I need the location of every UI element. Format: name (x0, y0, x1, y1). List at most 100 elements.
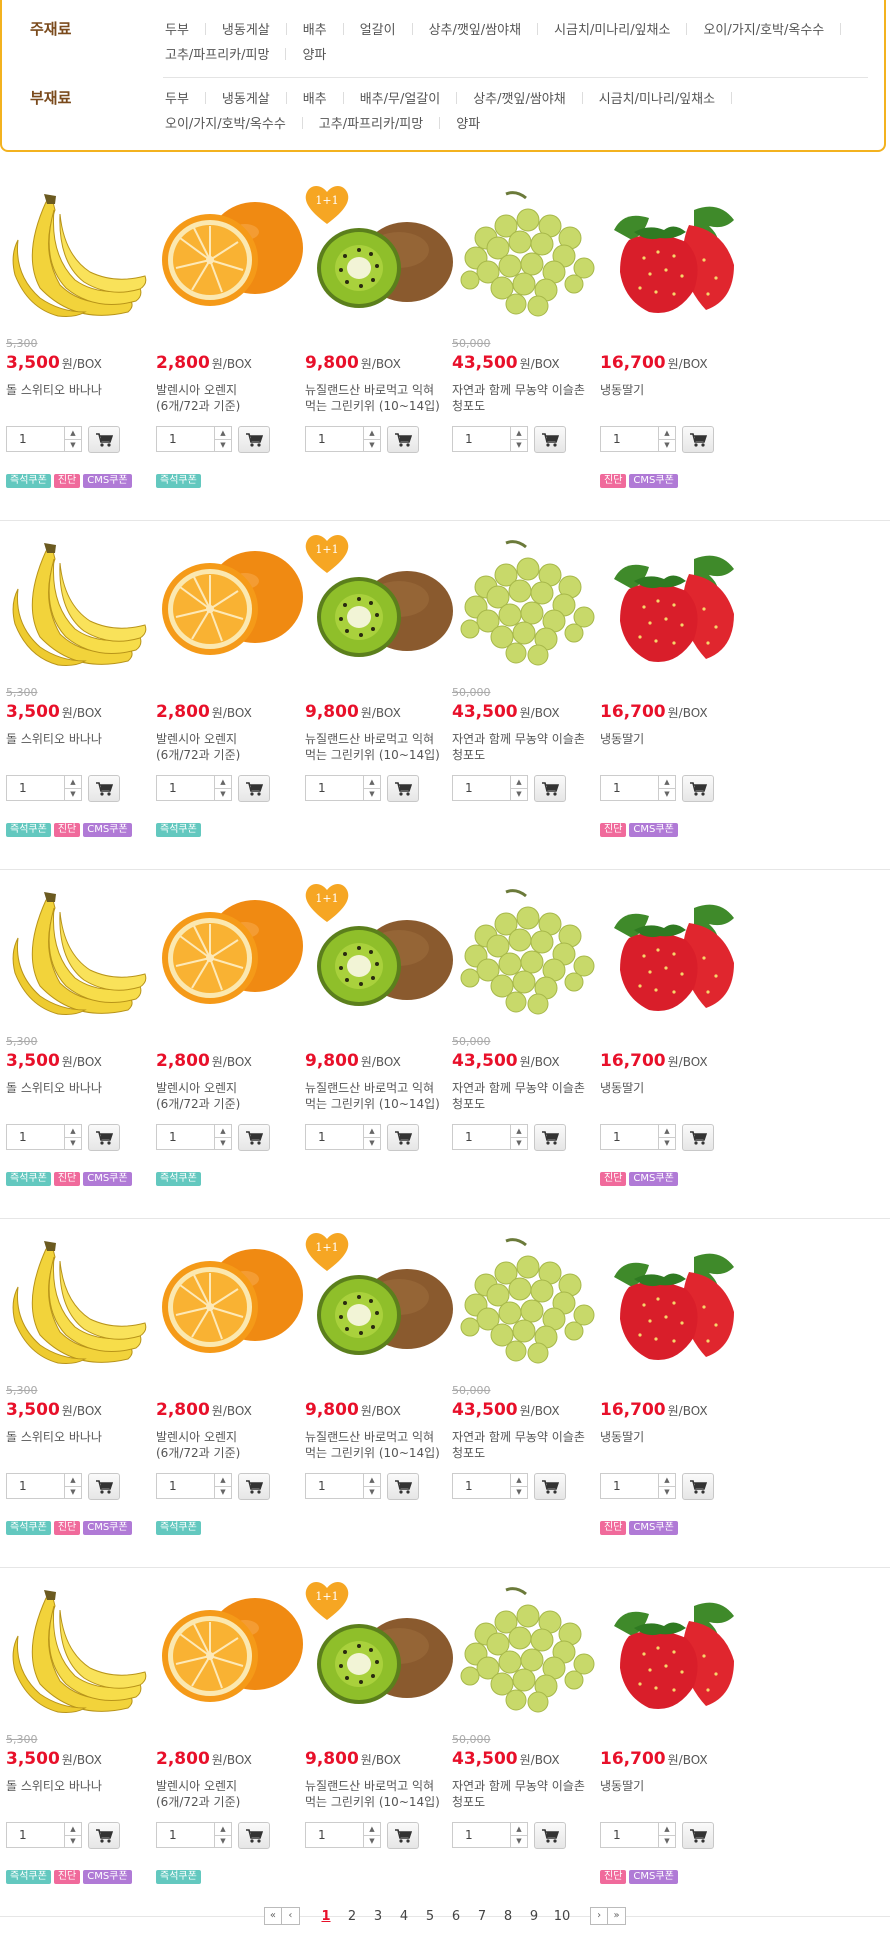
add-to-cart-button[interactable] (238, 775, 270, 802)
quantity-input[interactable] (306, 1474, 364, 1498)
product-image[interactable] (0, 529, 158, 679)
product-name[interactable]: 돌 스위티오 바나나 (6, 1080, 156, 1096)
product-image[interactable] (0, 180, 158, 330)
page-number-link[interactable]: 9 (521, 1909, 547, 1924)
increase-icon[interactable]: ▲ (215, 1474, 231, 1486)
increase-icon[interactable]: ▲ (215, 776, 231, 788)
add-to-cart-button[interactable] (534, 1822, 566, 1849)
increase-icon[interactable]: ▲ (364, 427, 380, 439)
decrease-icon[interactable]: ▼ (364, 439, 380, 451)
last-page-icon[interactable]: » (608, 1907, 627, 1926)
increase-icon[interactable]: ▲ (215, 427, 231, 439)
product-name[interactable]: 뉴질랜드산 바로먹고 익혀 먹는 그린키위 (10~14입) (305, 1778, 455, 1810)
add-to-cart-button[interactable] (238, 1473, 270, 1500)
increase-icon[interactable]: ▲ (659, 1125, 675, 1137)
sub-category-item[interactable]: 양파 (456, 112, 480, 137)
quantity-input[interactable] (601, 776, 659, 800)
product-name[interactable]: 냉동딸기 (600, 1778, 750, 1794)
sub-category-item[interactable]: 시금치/미나리/잎채소 (599, 87, 715, 112)
quantity-input[interactable] (157, 1474, 215, 1498)
product-name[interactable]: 돌 스위티오 바나나 (6, 1429, 156, 1445)
page-number-link[interactable]: 4 (391, 1909, 417, 1924)
quantity-input[interactable] (7, 776, 65, 800)
page-number-link[interactable]: 6 (443, 1909, 469, 1924)
quantity-input[interactable] (453, 1125, 511, 1149)
increase-icon[interactable]: ▲ (215, 1823, 231, 1835)
product-name[interactable]: 자연과 함께 무농약 이슬촌 청포도 (452, 1778, 602, 1810)
page-number-link[interactable]: 8 (495, 1909, 521, 1924)
product-name[interactable]: 냉동딸기 (600, 731, 750, 747)
product-name[interactable]: 자연과 함께 무농약 이슬촌 청포도 (452, 382, 602, 414)
decrease-icon[interactable]: ▼ (511, 1137, 527, 1149)
page-number-link[interactable]: 5 (417, 1909, 443, 1924)
add-to-cart-button[interactable] (682, 775, 714, 802)
quantity-input[interactable] (306, 427, 364, 451)
main-category-item[interactable]: 양파 (302, 43, 326, 68)
decrease-icon[interactable]: ▼ (659, 1486, 675, 1498)
increase-icon[interactable]: ▲ (364, 776, 380, 788)
product-image[interactable] (150, 529, 308, 679)
product-image[interactable] (594, 180, 752, 330)
sub-category-item[interactable]: 고추/파프리카/피망 (319, 112, 423, 137)
quantity-input[interactable] (601, 1474, 659, 1498)
add-to-cart-button[interactable] (238, 426, 270, 453)
main-category-item[interactable]: 고추/파프리카/피망 (165, 43, 269, 68)
quantity-input[interactable] (7, 427, 65, 451)
product-image[interactable] (150, 180, 308, 330)
decrease-icon[interactable]: ▼ (65, 1835, 81, 1847)
quantity-input[interactable] (453, 427, 511, 451)
product-image[interactable] (150, 878, 308, 1028)
decrease-icon[interactable]: ▼ (215, 788, 231, 800)
decrease-icon[interactable]: ▼ (511, 788, 527, 800)
add-to-cart-button[interactable] (238, 1822, 270, 1849)
increase-icon[interactable]: ▲ (511, 776, 527, 788)
main-category-item[interactable]: 오이/가지/호박/옥수수 (703, 18, 824, 43)
add-to-cart-button[interactable] (238, 1124, 270, 1151)
add-to-cart-button[interactable] (387, 1124, 419, 1151)
page-number-link[interactable]: 1 (313, 1909, 339, 1924)
increase-icon[interactable]: ▲ (511, 1125, 527, 1137)
sub-category-item[interactable]: 오이/가지/호박/옥수수 (165, 112, 286, 137)
increase-icon[interactable]: ▲ (659, 1474, 675, 1486)
product-name[interactable]: 냉동딸기 (600, 1429, 750, 1445)
sub-category-item[interactable]: 냉동게살 (222, 87, 270, 112)
first-page-icon[interactable]: « (263, 1907, 282, 1926)
quantity-input[interactable] (7, 1823, 65, 1847)
main-category-item[interactable]: 상추/깻잎/쌈야채 (429, 18, 521, 43)
main-category-item[interactable]: 시금치/미나리/잎채소 (554, 18, 670, 43)
quantity-input[interactable] (157, 1125, 215, 1149)
product-name[interactable]: 돌 스위티오 바나나 (6, 1778, 156, 1794)
quantity-input[interactable] (157, 427, 215, 451)
decrease-icon[interactable]: ▼ (659, 1835, 675, 1847)
decrease-icon[interactable]: ▼ (65, 439, 81, 451)
product-image[interactable] (594, 1576, 752, 1726)
add-to-cart-button[interactable] (88, 1473, 120, 1500)
increase-icon[interactable]: ▲ (659, 776, 675, 788)
increase-icon[interactable]: ▲ (65, 1823, 81, 1835)
decrease-icon[interactable]: ▼ (511, 1486, 527, 1498)
quantity-input[interactable] (601, 1823, 659, 1847)
add-to-cart-button[interactable] (387, 426, 419, 453)
increase-icon[interactable]: ▲ (65, 1474, 81, 1486)
sub-category-item[interactable]: 상추/깻잎/쌈야채 (473, 87, 565, 112)
decrease-icon[interactable]: ▼ (215, 439, 231, 451)
product-name[interactable]: 자연과 함께 무농약 이슬촌 청포도 (452, 1080, 602, 1112)
add-to-cart-button[interactable] (88, 775, 120, 802)
decrease-icon[interactable]: ▼ (659, 1137, 675, 1149)
add-to-cart-button[interactable] (682, 1124, 714, 1151)
product-image[interactable] (594, 878, 752, 1028)
main-category-item[interactable]: 냉동게살 (222, 18, 270, 43)
decrease-icon[interactable]: ▼ (215, 1486, 231, 1498)
product-name[interactable]: 발렌시아 오렌지 (6개/72과 기준) (156, 1778, 306, 1810)
add-to-cart-button[interactable] (682, 1822, 714, 1849)
sub-category-item[interactable]: 두부 (165, 87, 189, 112)
product-name[interactable]: 뉴질랜드산 바로먹고 익혀 먹는 그린키위 (10~14입) (305, 382, 455, 414)
decrease-icon[interactable]: ▼ (659, 439, 675, 451)
add-to-cart-button[interactable] (682, 1473, 714, 1500)
decrease-icon[interactable]: ▼ (215, 1835, 231, 1847)
page-number-link[interactable]: 3 (365, 1909, 391, 1924)
add-to-cart-button[interactable] (387, 1473, 419, 1500)
quantity-input[interactable] (453, 1474, 511, 1498)
product-name[interactable]: 발렌시아 오렌지 (6개/72과 기준) (156, 1429, 306, 1461)
product-name[interactable]: 돌 스위티오 바나나 (6, 731, 156, 747)
